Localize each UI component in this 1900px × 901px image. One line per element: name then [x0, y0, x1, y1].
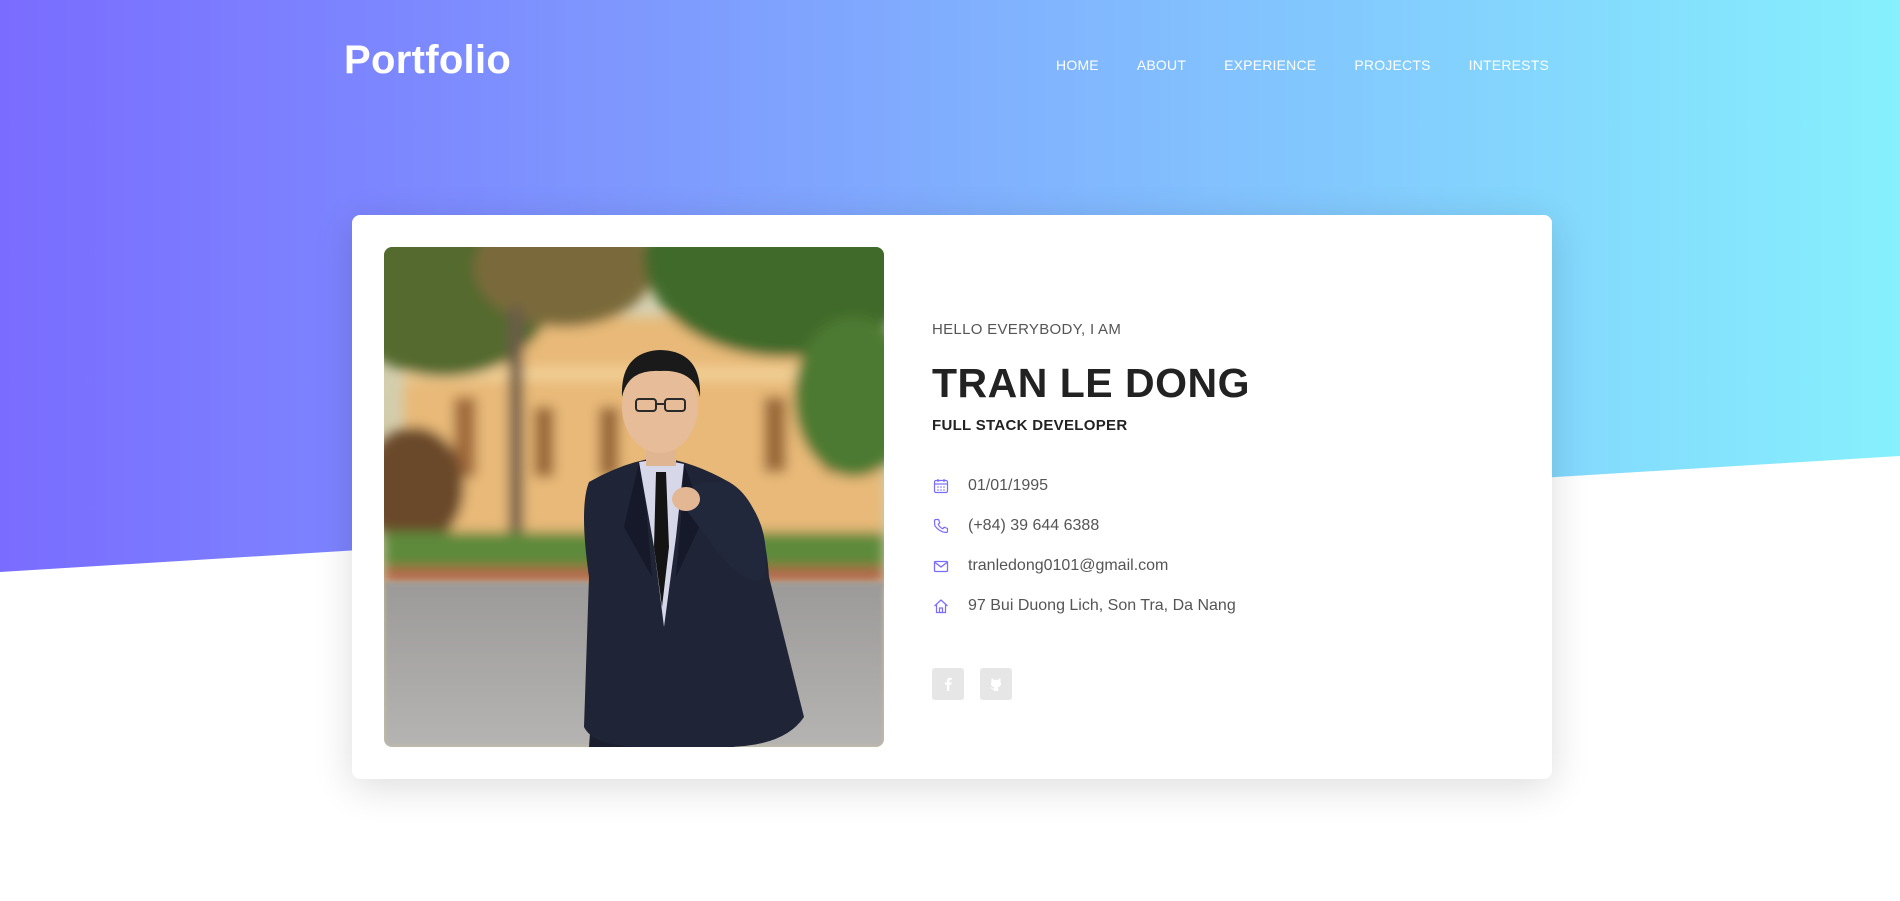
- github-link[interactable]: [980, 668, 1012, 700]
- contact-email-value[interactable]: tranledong0101@gmail.com: [968, 557, 1168, 575]
- profile-info: HELLO EVERYBODY, I AM TRAN LE DONG FULL …: [932, 321, 1492, 700]
- mail-icon: [932, 557, 950, 575]
- profile-card: HELLO EVERYBODY, I AM TRAN LE DONG FULL …: [352, 215, 1552, 779]
- nav-home[interactable]: HOME: [1056, 57, 1099, 73]
- contact-birthday-value: 01/01/1995: [968, 477, 1049, 494]
- github-icon: [990, 678, 1002, 691]
- contact-list: 01/01/1995 (+84) 39 644 6388 tranledong0…: [932, 466, 1492, 626]
- phone-icon: [932, 517, 950, 535]
- main-nav: HOME ABOUT EXPERIENCE PROJECTS INTERESTS: [1056, 57, 1549, 73]
- brand-logo[interactable]: Portfolio: [344, 38, 511, 83]
- facebook-icon: [945, 677, 952, 691]
- nav-projects[interactable]: PROJECTS: [1354, 57, 1430, 73]
- calendar-icon: [932, 477, 950, 495]
- nav-about[interactable]: ABOUT: [1137, 57, 1186, 73]
- contact-phone-value: (+84) 39 644 6388: [968, 517, 1100, 534]
- contact-address-value: 97 Bui Duong Lich, Son Tra, Da Nang: [968, 597, 1236, 614]
- facebook-link[interactable]: [932, 668, 964, 700]
- social-links: [932, 668, 1492, 700]
- greeting-text: HELLO EVERYBODY, I AM: [932, 321, 1122, 338]
- contact-phone: (+84) 39 644 6388: [932, 506, 1492, 546]
- nav-interests[interactable]: INTERESTS: [1469, 57, 1549, 73]
- profile-role: FULL STACK DEVELOPER: [932, 417, 1128, 434]
- contact-birthday: 01/01/1995: [932, 466, 1492, 506]
- site-header: Portfolio HOME ABOUT EXPERIENCE PROJECTS…: [0, 0, 1900, 130]
- home-icon: [932, 597, 950, 615]
- nav-experience[interactable]: EXPERIENCE: [1224, 57, 1316, 73]
- contact-address: 97 Bui Duong Lich, Son Tra, Da Nang: [932, 586, 1492, 626]
- profile-photo: [384, 247, 884, 747]
- profile-name: TRAN LE DONG: [932, 360, 1251, 406]
- contact-email: tranledong0101@gmail.com: [932, 546, 1492, 586]
